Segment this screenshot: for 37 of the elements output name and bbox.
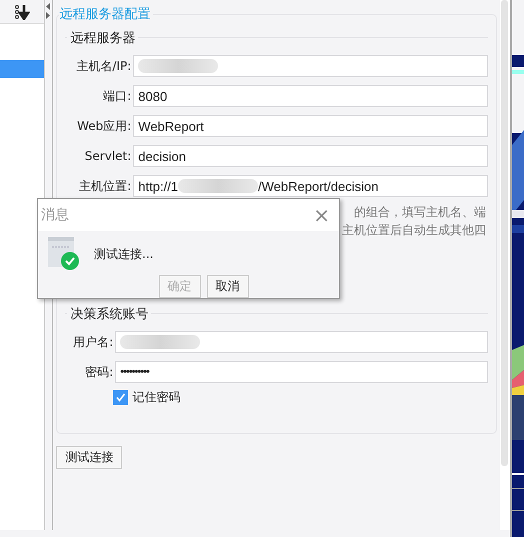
test-connection-button[interactable]: 测试连接 <box>56 446 122 469</box>
input-field[interactable]: WebReport <box>133 115 488 137</box>
group-title: 远程服务器 <box>67 29 138 47</box>
hint-text: 的组合，填写主机名、端 <box>354 204 486 221</box>
collapse-arrows-icon[interactable] <box>45 2 52 20</box>
input-field[interactable]: http://1 /WebReport/decision <box>133 175 488 197</box>
input-field[interactable] <box>115 331 488 353</box>
field-label: 主机位置: <box>78 178 132 194</box>
field-label: Web应用: <box>76 118 132 134</box>
field-value: /WebReport/decision <box>258 178 378 194</box>
checkbox[interactable] <box>113 390 128 405</box>
checkbox-label: 记住密码 <box>132 389 180 406</box>
field-value: decision <box>138 148 186 164</box>
field-label: 主机名/IP: <box>75 58 132 74</box>
input-field[interactable]: decision <box>133 145 488 167</box>
sort-icon[interactable] <box>14 4 30 20</box>
panel-title: 远程服务器配置 <box>59 5 154 23</box>
field-label: Servlet: <box>84 149 132 163</box>
close-button[interactable]: × <box>307 203 336 227</box>
server-check-icon <box>48 237 80 271</box>
field-value: WebReport <box>138 118 204 134</box>
field-label: 用户名: <box>72 334 114 350</box>
field-label: 密码: <box>84 364 114 380</box>
field-label: 端口: <box>102 88 132 104</box>
field-value: •••••••••• <box>120 366 149 378</box>
input-field[interactable] <box>133 55 488 77</box>
dialog-button[interactable]: 取消 <box>206 275 248 298</box>
input-field[interactable]: 8080 <box>133 85 488 107</box>
scrollbar[interactable] <box>500 0 510 530</box>
dialog-title: 消息 <box>41 206 69 224</box>
hint-text: 主机位置后自动生成其他四 <box>342 222 486 239</box>
dialog-message: 测试连接... <box>94 246 154 262</box>
input-field[interactable]: •••••••••• <box>115 361 488 383</box>
group-title: 决策系统账号 <box>67 305 152 323</box>
sidebar-item[interactable] <box>0 60 44 78</box>
field-value: 8080 <box>138 88 168 104</box>
field-value: http://1 <box>138 178 178 194</box>
